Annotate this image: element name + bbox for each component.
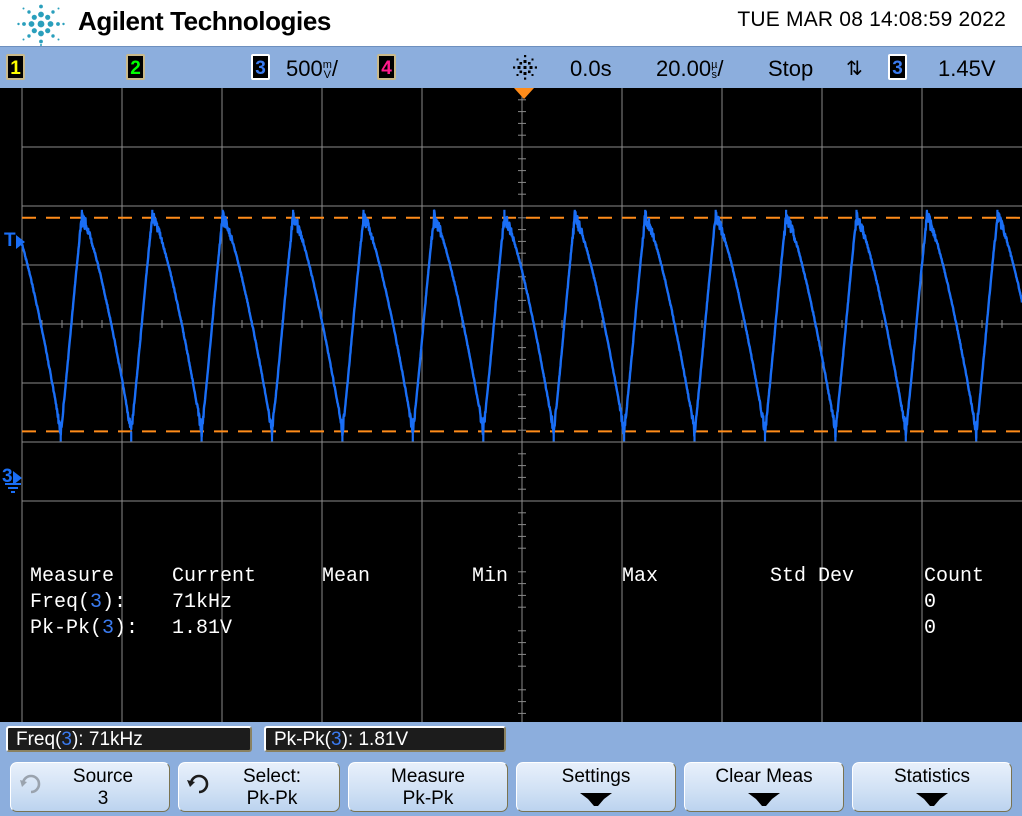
softkey-measure-line2: Pk-Pk (402, 788, 454, 809)
ground-symbol-icon (5, 483, 21, 493)
channel-badge-4[interactable]: 4 (377, 54, 396, 80)
softkey-settings-line1: Settings (561, 766, 631, 787)
softkey-statistics-line1: Statistics (893, 766, 971, 787)
trigger-level-marker[interactable]: T (4, 230, 25, 252)
status-bar: 1 2 3 500 m V/ 4 0.0s 20.00 µ s / Stop ⇅… (0, 46, 1022, 89)
down-arrow-icon (685, 789, 843, 811)
run-state-label[interactable]: Stop (768, 56, 813, 82)
chip-0-suffix: ): (71, 729, 89, 750)
row-1-name: Pk-Pk(3): (30, 617, 138, 640)
softkey-settings[interactable]: Settings (516, 762, 676, 812)
channel-3-scale-unit: mV (322, 59, 332, 81)
header-stddev: Std Dev (770, 565, 855, 588)
row-0-name-prefix: Freq( (30, 591, 91, 614)
table-header-row: Measure Current Mean Min Max Std Dev Cou… (22, 565, 1022, 591)
softkey-measure[interactable]: Measure Pk-Pk (348, 762, 508, 812)
brand-title: Agilent Technologies (78, 6, 331, 36)
timebase-number: 20.00 (656, 56, 712, 81)
softkey-source-line1: Source (72, 766, 134, 787)
row-1-count: 0 (924, 617, 937, 640)
header-max: Max (622, 565, 659, 588)
trigger-level-value[interactable]: 1.45V (938, 56, 996, 82)
chip-1-channel: 3 (331, 729, 342, 750)
channel-badge-3[interactable]: 3 (251, 54, 270, 80)
measurement-chip-freq[interactable]: Freq(3): 71kHz (6, 726, 252, 752)
timebase-suffix: / (717, 56, 724, 81)
measurement-results-table: Measure Current Mean Min Max Std Dev Cou… (22, 565, 1022, 643)
row-0-name: Freq(3): (30, 591, 126, 614)
channel-3-scale-suffix: / (331, 56, 339, 81)
chip-1-prefix: Pk-Pk( (274, 729, 331, 750)
row-0-channel: 3 (90, 591, 103, 614)
trigger-source-badge[interactable]: 3 (888, 54, 907, 80)
softkey-bar: Source 3 Select: Pk-Pk Measure Pk-Pk Set… (0, 756, 1022, 816)
softkey-select-line1: Select: (242, 766, 302, 787)
chip-0-prefix: Freq( (16, 729, 62, 750)
agilent-starburst-logo-icon (17, 4, 65, 46)
softkey-select[interactable]: Select: Pk-Pk (178, 762, 340, 812)
table-row: Pk-Pk(3): 1.81V 0 (22, 617, 1022, 643)
channel-3-scale[interactable]: 500 m V / (286, 56, 338, 82)
header-min: Min (472, 565, 509, 588)
row-1-name-prefix: Pk-Pk( (30, 617, 103, 640)
softkey-source[interactable]: Source 3 (10, 762, 170, 812)
channel-3-scale-value: 500 (286, 56, 323, 81)
chip-0-value: 71kHz (88, 729, 143, 750)
row-0-count: 0 (924, 591, 937, 614)
row-0-name-suffix: ): (102, 591, 127, 614)
measurement-chip-pkpk[interactable]: Pk-Pk(3): 1.81V (264, 726, 506, 752)
chip-0-channel: 3 (61, 729, 72, 750)
row-1-channel: 3 (102, 617, 115, 640)
ground-reference-marker-3[interactable]: 3 (2, 466, 22, 493)
softkey-clear-meas[interactable]: Clear Meas (684, 762, 844, 812)
acquire-starburst-icon[interactable] (511, 53, 539, 83)
header-current: Current (172, 565, 257, 588)
softkey-clear-meas-line1: Clear Meas (715, 766, 813, 787)
waveform-display[interactable]: T 3 Measure Current Mean Min Max Std Dev (0, 88, 1022, 722)
row-1-name-suffix: ): (114, 617, 139, 640)
chip-1-suffix: ): (341, 729, 359, 750)
channel-badge-2[interactable]: 2 (126, 54, 145, 80)
down-arrow-icon (853, 789, 1011, 811)
channel-badge-1[interactable]: 1 (6, 54, 25, 80)
delay-value[interactable]: 0.0s (570, 56, 612, 82)
down-arrow-icon (517, 789, 675, 811)
softkey-select-line2: Pk-Pk (246, 788, 298, 809)
chip-1-value: 1.81V (358, 729, 409, 750)
both-edges-icon[interactable]: ⇅ (846, 56, 863, 81)
header-measure: Measure (30, 565, 115, 588)
softkey-source-line2: 3 (97, 788, 109, 809)
table-row: Freq(3): 71kHz 0 (22, 591, 1022, 617)
measurement-chip-bar: Freq(3): 71kHz Pk-Pk(3): 1.81V (0, 722, 1022, 756)
row-0-current: 71kHz (172, 591, 233, 614)
header-mean: Mean (322, 565, 371, 588)
datetime-display: TUE MAR 08 14:08:59 2022 (737, 8, 1006, 31)
softkey-statistics[interactable]: Statistics (852, 762, 1012, 812)
oscilloscope-screen: Agilent Technologies TUE MAR 08 14:08:59… (0, 0, 1022, 816)
row-1-current: 1.81V (172, 617, 233, 640)
timebase-value[interactable]: 20.00 µ s / (656, 56, 724, 82)
softkey-measure-line1: Measure (391, 766, 465, 787)
header-count: Count (924, 565, 985, 588)
trigger-level-marker-label: T (4, 230, 16, 251)
title-bar: Agilent Technologies TUE MAR 08 14:08:59… (0, 0, 1022, 46)
trigger-position-icon[interactable] (514, 88, 534, 99)
